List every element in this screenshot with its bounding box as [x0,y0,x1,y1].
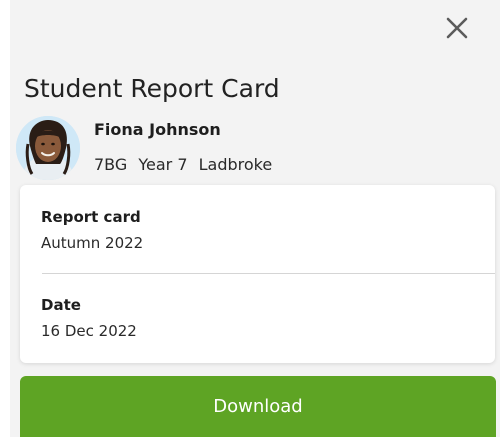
date-value: 16 Dec 2022 [41,322,137,340]
divider [42,273,495,274]
date-field: Date 16 Dec 2022 [41,295,137,342]
report-card-field: Report card Autumn 2022 [41,207,143,254]
student-form: 7BG [94,155,128,174]
avatar [16,116,80,180]
page-title: Student Report Card [24,74,280,103]
date-label: Date [41,296,81,314]
student-name: Fiona Johnson [94,120,221,139]
student-house: Ladbroke [198,155,273,174]
report-details-card: Report card Autumn 2022 Date 16 Dec 2022 [20,185,495,363]
report-card-label: Report card [41,208,141,226]
student-summary: Fiona Johnson 7BG Year 7 Ladbroke [16,116,500,182]
report-card-value: Autumn 2022 [41,234,144,252]
student-meta: 7BG Year 7 Ladbroke [94,154,278,176]
student-avatar-icon [16,116,80,180]
report-card-screen: Student Report Card Fiona Johnson 7BG Ye… [0,0,500,437]
student-year: Year 7 [138,155,188,174]
close-icon [446,17,468,39]
close-button[interactable] [439,10,475,46]
download-button[interactable]: Download [20,376,496,437]
